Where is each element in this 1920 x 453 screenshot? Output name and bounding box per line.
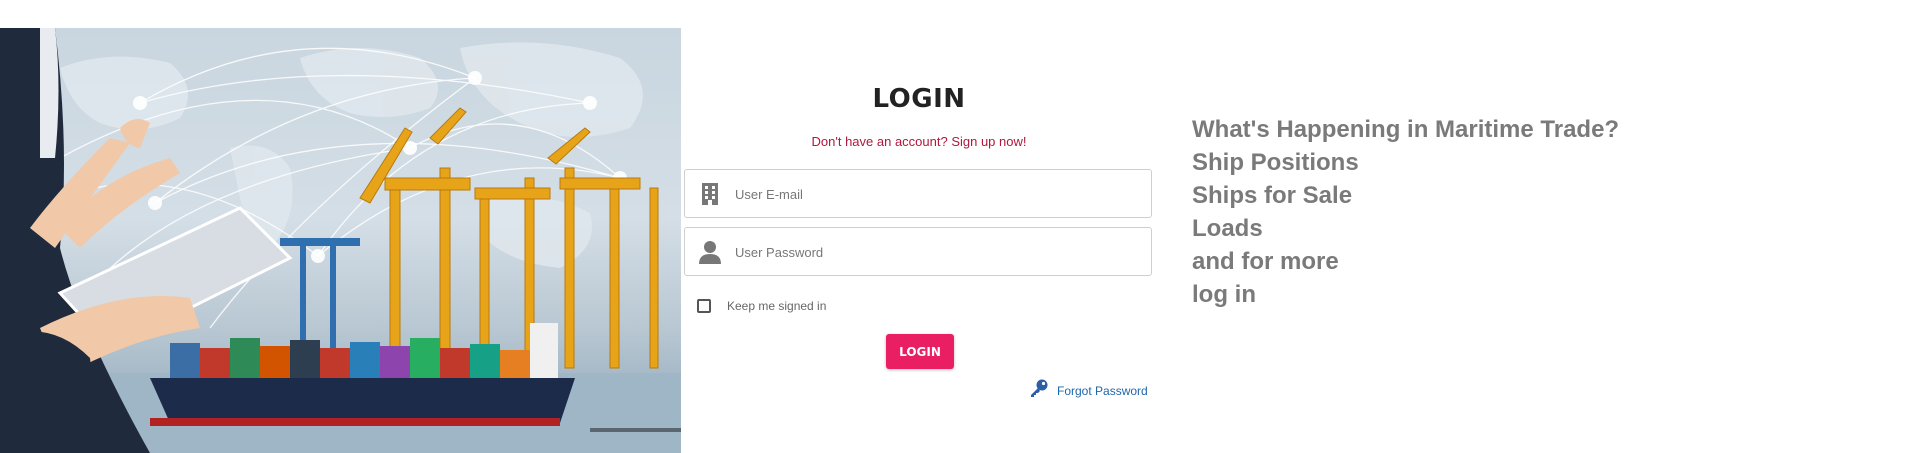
container-ship bbox=[150, 323, 575, 426]
email-field[interactable] bbox=[684, 169, 1152, 219]
forgot-password-link[interactable]: Forgot Password bbox=[1029, 378, 1148, 403]
login-title: LOGIN bbox=[872, 84, 966, 114]
port-illustration bbox=[0, 28, 681, 453]
info-line: and for more bbox=[1192, 248, 1339, 275]
user-icon bbox=[699, 240, 721, 264]
password-input[interactable] bbox=[733, 228, 1137, 277]
login-button[interactable]: LOGIN bbox=[886, 334, 954, 369]
remember-row: Keep me signed in bbox=[697, 296, 826, 316]
password-field[interactable] bbox=[684, 227, 1152, 277]
building-icon bbox=[699, 182, 721, 206]
info-line: What's Happening in Maritime Trade? bbox=[1192, 116, 1620, 143]
info-line: Ships for Sale bbox=[1192, 182, 1353, 209]
key-icon bbox=[1029, 378, 1049, 403]
info-line: Ship Positions bbox=[1192, 149, 1359, 176]
hero-image bbox=[0, 28, 681, 453]
info-line: Loads bbox=[1192, 215, 1263, 242]
email-input[interactable] bbox=[733, 170, 1137, 219]
pier bbox=[590, 428, 681, 432]
forgot-password-label: Forgot Password bbox=[1057, 383, 1148, 398]
signup-link[interactable]: Don't have an account? Sign up now! bbox=[684, 134, 1154, 149]
remember-label: Keep me signed in bbox=[727, 299, 827, 313]
remember-checkbox[interactable] bbox=[697, 299, 711, 313]
info-line: log in bbox=[1192, 281, 1256, 308]
info-list: What's Happening in Maritime Trade? Ship… bbox=[1192, 113, 1619, 311]
